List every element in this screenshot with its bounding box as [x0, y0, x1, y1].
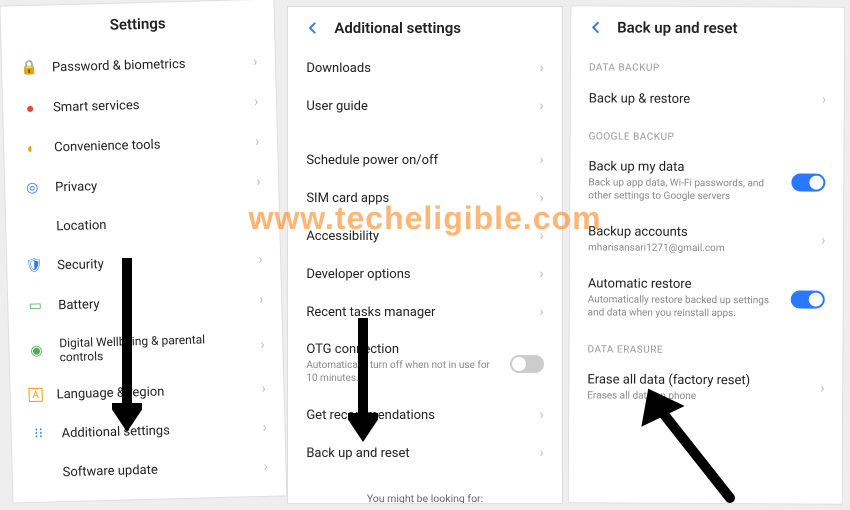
row-label: Back up & restore	[588, 91, 807, 107]
row-label: Automatic restore	[587, 276, 776, 292]
chevron-right-icon: ›	[539, 228, 543, 244]
auto-restore-toggle[interactable]	[791, 290, 825, 308]
settings-row[interactable]: Automatic restoreAutomatically restore b…	[569, 265, 843, 331]
row-label: Back up and reset	[306, 446, 525, 461]
row-label: OTG connection	[306, 342, 495, 357]
settings-row[interactable]: Developer options ›	[288, 255, 561, 293]
row-label: SIM card apps	[306, 191, 525, 206]
header: Back up and reset	[571, 6, 845, 49]
chevron-right-icon: ›	[539, 152, 543, 168]
additional-settings-panel: Additional settings Downloads › User guid…	[287, 6, 562, 504]
row-label: Smart services	[53, 95, 240, 115]
row-subtext: Automatically turn off when not in use f…	[306, 359, 495, 385]
settings-row[interactable]: Backup accountsmharisansari1271@gmail.co…	[570, 213, 844, 266]
row-label: Convenience tools	[54, 135, 241, 155]
row-label: Battery	[58, 293, 245, 313]
row-label: Back up my data	[588, 159, 777, 175]
row-label: Password & biometrics	[52, 55, 239, 75]
row-label: Downloads	[306, 61, 525, 76]
more-icon: ⁝⁝	[29, 425, 47, 443]
shield-icon: 🛡	[25, 257, 43, 275]
chevron-right-icon: ›	[263, 459, 268, 475]
otg-toggle[interactable]	[510, 355, 544, 373]
chevron-right-icon: ›	[256, 174, 261, 190]
settings-row[interactable]: Software update ›	[12, 447, 286, 492]
chevron-right-icon: ›	[255, 134, 260, 150]
chevron-right-icon: ›	[539, 98, 543, 114]
chevron-right-icon: ›	[539, 190, 543, 206]
row-label: Get recommendations	[306, 408, 525, 423]
chevron-right-icon: ›	[539, 60, 543, 76]
row-label: Accessibility	[306, 229, 525, 244]
header: Settings	[0, 0, 274, 49]
settings-row[interactable]: Back up & restore ›	[570, 79, 844, 118]
row-label: Additional settings	[61, 421, 248, 441]
chevron-right-icon: ›	[253, 54, 258, 70]
back-arrow-icon[interactable]	[304, 19, 322, 37]
row-label: User guide	[306, 99, 525, 114]
chevron-right-icon: ›	[260, 337, 265, 353]
settings-panel: Settings 🔒 Password & biometrics › ● Smart …	[0, 0, 288, 504]
page-title: Settings	[109, 14, 165, 33]
tools-icon: ◐	[22, 139, 40, 157]
section-header: DATA ERASURE	[569, 330, 842, 362]
chevron-right-icon: ›	[820, 381, 824, 397]
back-arrow-icon[interactable]	[587, 18, 605, 36]
bulb-icon: ●	[21, 99, 39, 117]
settings-row[interactable]: SIM card apps ›	[288, 179, 561, 217]
chevron-right-icon: ›	[261, 381, 266, 397]
chevron-right-icon: ›	[821, 233, 825, 249]
settings-row[interactable]: User guide ›	[288, 87, 561, 125]
row-subtext: Erases all data on phone	[587, 389, 806, 403]
chevron-right-icon: ›	[539, 445, 543, 461]
chevron-right-icon: ›	[539, 304, 543, 320]
row-label: Recent tasks manager	[306, 305, 525, 320]
chevron-right-icon: ›	[539, 266, 543, 282]
settings-row-backup-reset[interactable]: Back up and reset ›	[288, 434, 561, 472]
row-subtext: Automatically restore backed up settings…	[587, 293, 776, 320]
row-subtext: Back up app data, Wi-Fi passwords, and o…	[588, 176, 777, 203]
chevron-right-icon: ›	[258, 252, 263, 268]
settings-row[interactable]: Downloads ›	[288, 49, 561, 87]
section-header: DATA BACKUP	[571, 48, 844, 80]
language-icon: A	[28, 388, 42, 402]
row-subtext: mharisansari1271@gmail.com	[588, 241, 807, 255]
chevron-right-icon: ›	[262, 420, 267, 436]
row-label: Security	[57, 253, 244, 273]
lock-icon: 🔒	[20, 59, 38, 77]
battery-icon: ▭	[26, 297, 44, 315]
backup-reset-panel: Back up and reset DATA BACKUP Back up & …	[567, 5, 845, 504]
page-title: Back up and reset	[617, 19, 737, 38]
chevron-right-icon: ›	[257, 213, 262, 229]
chevron-right-icon: ›	[259, 292, 264, 308]
row-label: Digital Wellbeing & parental controls	[59, 331, 247, 364]
settings-row[interactable]: Schedule power on/off ›	[288, 141, 561, 179]
settings-row-erase[interactable]: Erase all data (factory reset)Erases all…	[569, 361, 843, 414]
row-label: Schedule power on/off	[306, 153, 525, 168]
row-label: Software update	[62, 460, 249, 480]
chevron-right-icon: ›	[254, 94, 259, 110]
settings-row[interactable]: Get recommendations ›	[288, 396, 561, 434]
chevron-right-icon: ›	[822, 92, 826, 108]
settings-row-otg[interactable]: OTG connection Automatically turn off whe…	[288, 331, 561, 396]
section-header: GOOGLE BACKUP	[570, 117, 843, 149]
settings-row[interactable]: Accessibility ›	[288, 217, 561, 255]
settings-row[interactable]: ◉ Digital Wellbeing & parental controls ›	[9, 319, 284, 376]
row-label: Language & region	[56, 382, 247, 402]
row-label: Location	[56, 214, 243, 234]
header: Additional settings	[288, 7, 561, 49]
chevron-right-icon: ›	[539, 407, 543, 423]
row-label: Backup accounts	[588, 224, 807, 240]
privacy-icon: ◎	[23, 179, 41, 197]
backup-data-toggle[interactable]	[791, 173, 825, 191]
page-title: Additional settings	[334, 19, 461, 37]
settings-row[interactable]: Recent tasks manager ›	[288, 293, 561, 331]
wellbeing-icon: ◉	[27, 342, 45, 360]
footnote: You might be looking for:	[288, 484, 561, 504]
row-label: Developer options	[306, 267, 525, 282]
row-label: Privacy	[55, 175, 242, 195]
settings-row[interactable]: Back up my dataBack up app data, Wi-Fi p…	[570, 148, 844, 214]
row-label: Erase all data (factory reset)	[587, 372, 806, 388]
